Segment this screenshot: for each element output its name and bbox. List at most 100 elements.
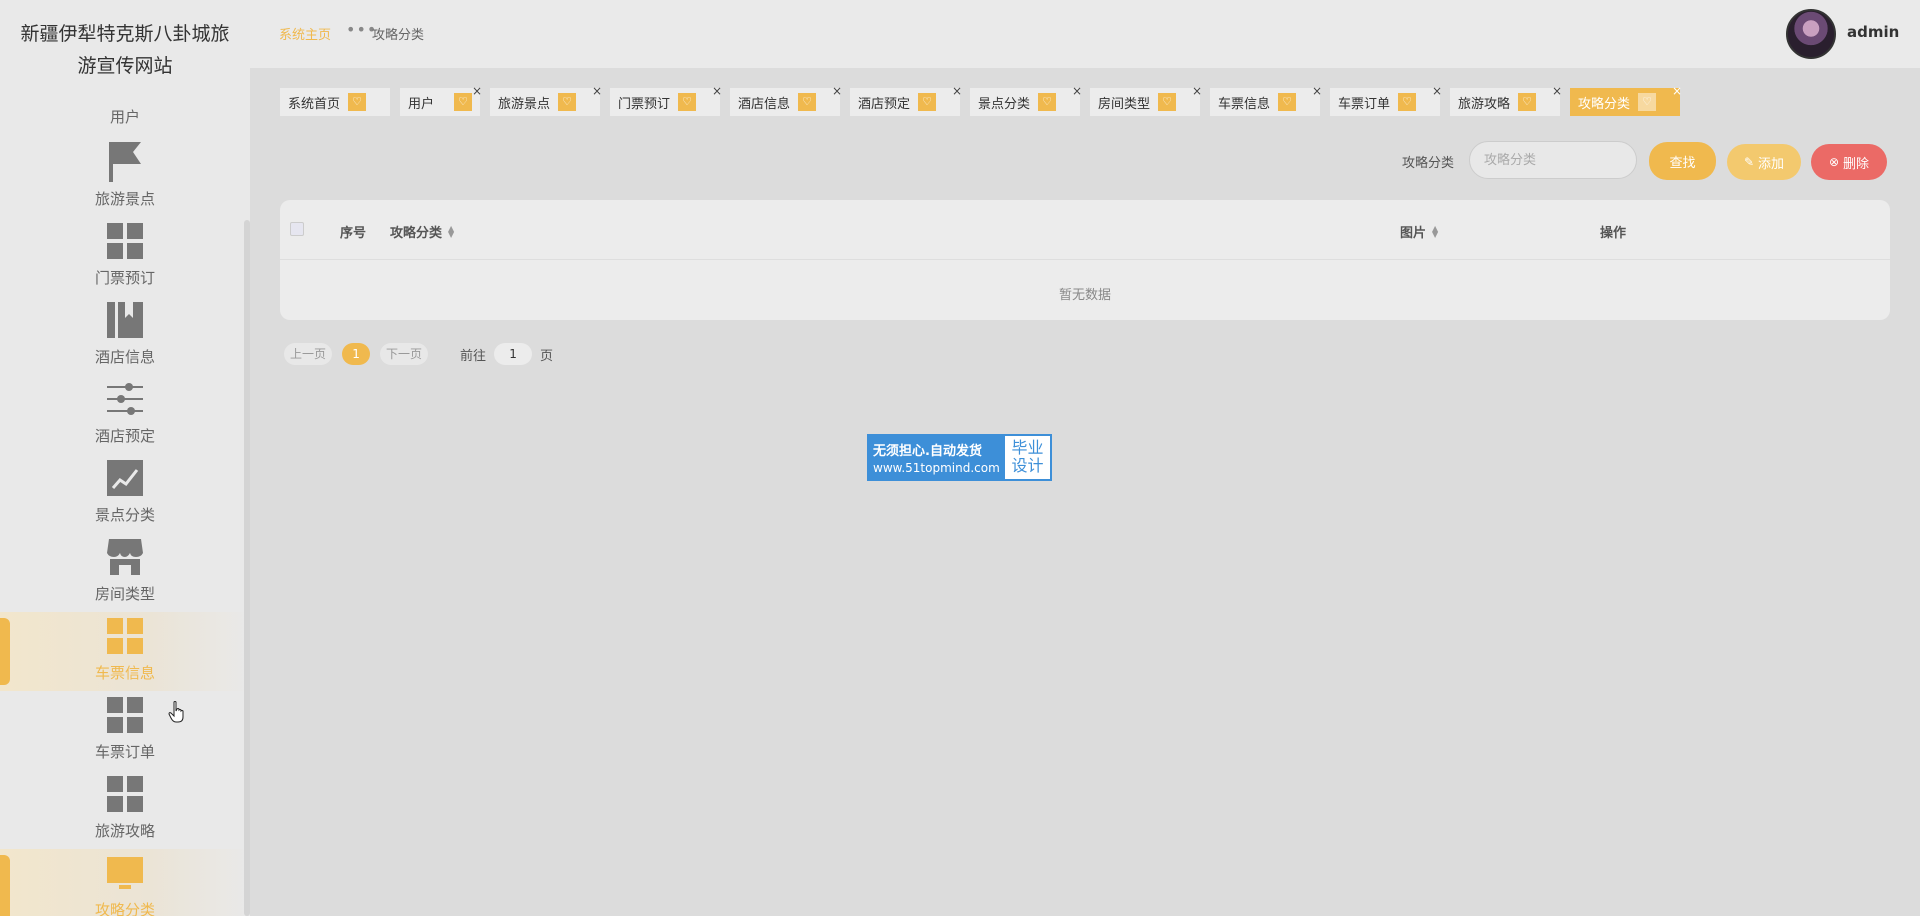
- hand-cursor-icon: [168, 701, 184, 723]
- sort-icon[interactable]: ▲ ▼: [1432, 224, 1438, 238]
- tab-bar: 系统首页 ♡ 用户 ♡ × 旅游景点 ♡ × 门票预订 ♡ × 酒店信息 ♡ ×…: [280, 84, 1690, 118]
- heart-icon: ♡: [348, 93, 367, 111]
- username[interactable]: admin: [1847, 23, 1899, 41]
- bookmark-icon: [103, 298, 147, 342]
- tab-guide-category[interactable]: 攻略分类 ♡ ×: [1570, 84, 1682, 116]
- tab-label: 系统首页: [288, 96, 341, 112]
- watermark-right2: 设计: [1011, 456, 1044, 475]
- sidebar-item-user[interactable]: 用户: [0, 106, 250, 127]
- monitor-icon: [103, 851, 147, 895]
- tab-label: 车票信息: [1218, 96, 1271, 112]
- data-table: 序号 攻略分类 ▲ ▼ 图片 ▲ ▼ 操作 暂无数据: [280, 200, 1890, 320]
- tab-train-ticket-orders[interactable]: 车票订单 ♡ ×: [1330, 84, 1442, 116]
- tab-travel-guide[interactable]: 旅游攻略 ♡ ×: [1450, 84, 1562, 116]
- close-icon[interactable]: ×: [1072, 84, 1082, 98]
- close-icon[interactable]: ×: [832, 84, 842, 98]
- tab-scenic-spots[interactable]: 旅游景点 ♡ ×: [490, 84, 602, 116]
- close-icon[interactable]: ×: [1672, 84, 1682, 98]
- sidebar-menu: 旅游景点 门票预订 酒店信息 酒店预定 景点分类 房间类型 车票信息 车票订单 …: [0, 138, 250, 916]
- watermark-left: 无须担心.自动发货 www.51topmind.com: [869, 436, 1005, 479]
- sidebar-item-label: 旅游攻略: [94, 822, 155, 840]
- watermark-line1: 无须担心.自动发货: [873, 444, 982, 459]
- sidebar-item-travel-guide[interactable]: 旅游攻略: [0, 770, 250, 849]
- tab-user[interactable]: 用户 ♡ ×: [400, 84, 482, 116]
- sidebar-item-label: 酒店预定: [94, 427, 155, 445]
- search-button[interactable]: 查找: [1649, 142, 1716, 180]
- sidebar-item-label: 景点分类: [94, 506, 155, 524]
- column-header-label: 序号: [340, 226, 367, 241]
- grid-icon: [103, 772, 147, 816]
- close-circle-icon: ⊗: [1828, 155, 1840, 169]
- heart-icon: ♡: [798, 93, 817, 111]
- column-header-image[interactable]: 图片 ▲ ▼: [1400, 222, 1438, 241]
- goto-page-input[interactable]: [494, 343, 533, 365]
- tab-ticket-booking[interactable]: 门票预订 ♡ ×: [610, 84, 722, 116]
- close-icon[interactable]: ×: [1432, 84, 1442, 98]
- watermark-line2: www.51topmind.com: [873, 461, 1000, 475]
- grid-icon: [103, 693, 147, 737]
- grid-icon: [103, 614, 147, 658]
- heart-icon: ♡: [1518, 93, 1537, 111]
- site-title: 新疆伊犁特克斯八卦城旅 游宣传网站: [0, 18, 250, 82]
- tab-label: 房间类型: [1098, 96, 1151, 112]
- tab-label: 车票订单: [1338, 96, 1391, 112]
- tab-label: 旅游攻略: [1458, 96, 1511, 112]
- store-icon: [103, 535, 147, 579]
- tab-scenic-category[interactable]: 景点分类 ♡ ×: [970, 84, 1082, 116]
- sidebar-item-scenic-category[interactable]: 景点分类: [0, 454, 250, 533]
- active-indicator: [0, 855, 10, 916]
- tab-train-ticket-info[interactable]: 车票信息 ♡ ×: [1210, 84, 1322, 116]
- sliders-icon: [103, 377, 147, 421]
- sidebar-item-train-ticket-info[interactable]: 车票信息: [0, 612, 250, 691]
- close-icon[interactable]: ×: [712, 84, 722, 98]
- page-suffix: 页: [540, 348, 554, 364]
- select-all-checkbox[interactable]: [290, 222, 304, 236]
- column-header-label: 攻略分类: [390, 226, 443, 241]
- delete-button[interactable]: ⊗ 删除: [1811, 144, 1887, 180]
- sidebar-item-scenic-spots[interactable]: 旅游景点: [0, 138, 250, 217]
- tab-hotel-info[interactable]: 酒店信息 ♡ ×: [730, 84, 842, 116]
- sort-icon[interactable]: ▲ ▼: [448, 224, 454, 238]
- sidebar-scrollbar[interactable]: [244, 220, 250, 916]
- sidebar-item-train-ticket-orders[interactable]: 车票订单: [0, 691, 250, 770]
- sidebar-item-label: 车票订单: [94, 743, 155, 761]
- tab-room-type[interactable]: 房间类型 ♡ ×: [1090, 84, 1202, 116]
- column-header-category[interactable]: 攻略分类 ▲ ▼: [390, 222, 454, 241]
- sidebar-item-label: 攻略分类: [94, 901, 155, 916]
- close-icon[interactable]: ×: [952, 84, 962, 98]
- close-icon[interactable]: ×: [472, 84, 482, 98]
- tab-label: 旅游景点: [498, 96, 551, 112]
- watermark-right: 毕业 设计: [1005, 436, 1050, 479]
- prev-page-button[interactable]: 上一页: [284, 343, 333, 365]
- close-icon[interactable]: ×: [592, 84, 602, 98]
- sidebar-item-guide-category[interactable]: 攻略分类: [0, 849, 250, 916]
- tab-hotel-booking[interactable]: 酒店预定 ♡ ×: [850, 84, 962, 116]
- sidebar-item-ticket-booking[interactable]: 门票预订: [0, 217, 250, 296]
- sidebar-item-label: 酒店信息: [94, 348, 155, 366]
- tab-label: 酒店信息: [738, 96, 791, 112]
- sidebar-item-hotel-booking[interactable]: 酒店预定: [0, 375, 250, 454]
- breadcrumb-home[interactable]: 系统主页: [279, 24, 331, 43]
- pagination: 上一页 1 下一页 前往 页: [284, 343, 553, 365]
- close-icon[interactable]: ×: [1192, 84, 1202, 98]
- next-page-button[interactable]: 下一页: [380, 343, 429, 365]
- sidebar-item-room-type[interactable]: 房间类型: [0, 533, 250, 612]
- filter-label: 攻略分类: [1402, 156, 1455, 171]
- heart-icon: ♡: [558, 93, 577, 111]
- heart-icon: ♡: [1278, 93, 1297, 111]
- tab-system-home[interactable]: 系统首页 ♡: [280, 88, 390, 116]
- tab-label: 用户: [408, 96, 435, 112]
- grid-icon: [103, 219, 147, 263]
- table-header: 序号 攻略分类 ▲ ▼ 图片 ▲ ▼ 操作: [280, 200, 1890, 260]
- add-button[interactable]: ✎ 添加: [1727, 144, 1801, 180]
- guide-category-search-input[interactable]: [1469, 141, 1637, 179]
- close-icon[interactable]: ×: [1552, 84, 1562, 98]
- tab-label: 景点分类: [978, 96, 1031, 112]
- edit-icon: ✎: [1743, 155, 1755, 169]
- close-icon[interactable]: ×: [1312, 84, 1322, 98]
- sidebar-item-hotel-info[interactable]: 酒店信息: [0, 296, 250, 375]
- empty-state-text: 暂无数据: [1058, 288, 1111, 303]
- avatar[interactable]: [1786, 9, 1836, 59]
- column-header-actions: 操作: [1600, 222, 1626, 241]
- page-number-1[interactable]: 1: [342, 343, 371, 365]
